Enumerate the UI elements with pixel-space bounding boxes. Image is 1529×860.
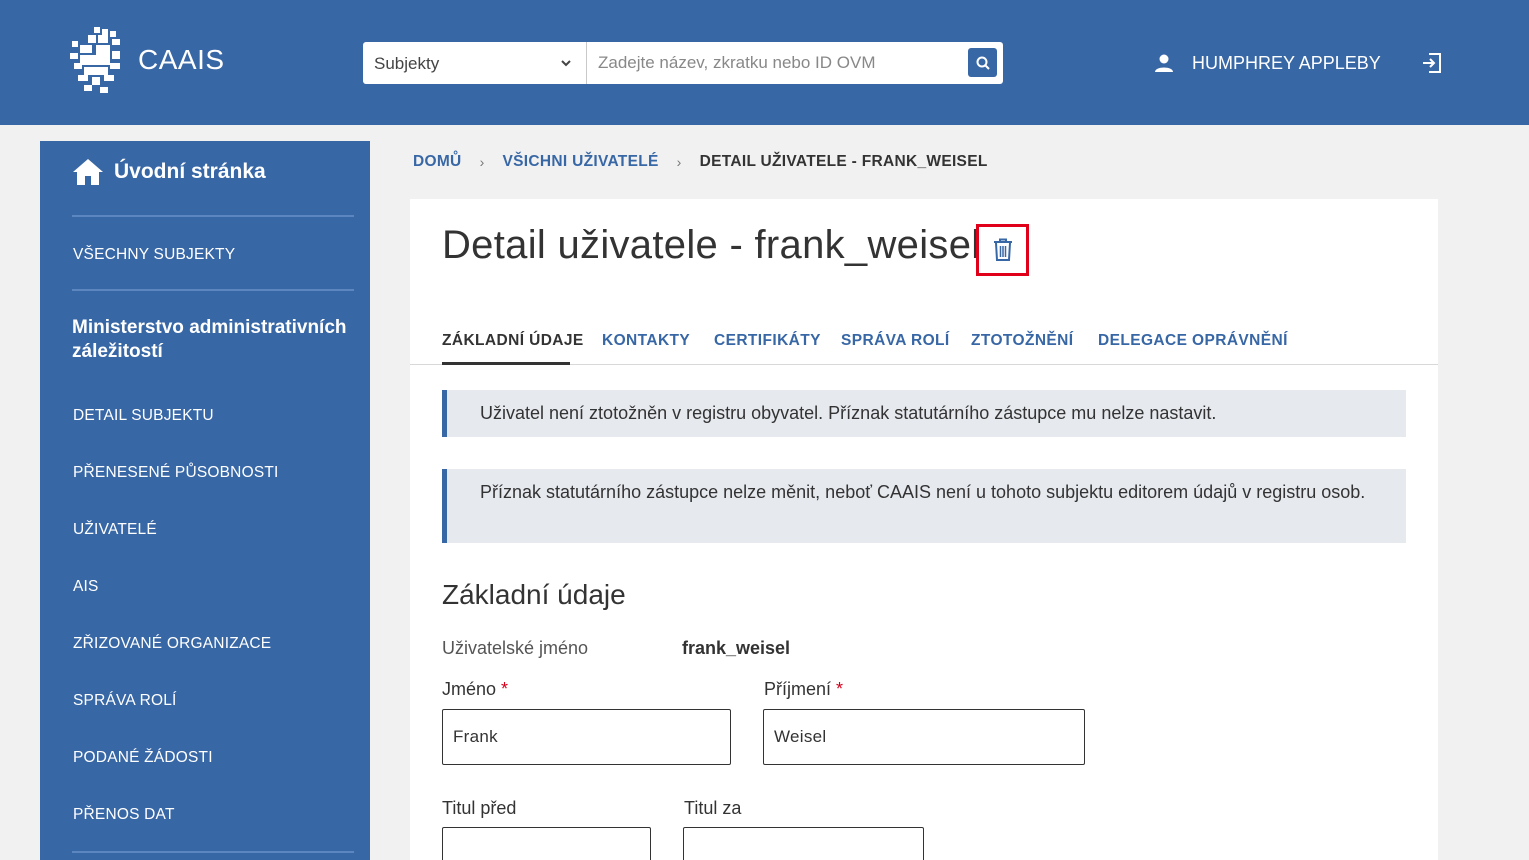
search-button[interactable] <box>968 48 997 77</box>
app-brand[interactable]: CAAIS <box>138 44 225 76</box>
last-name-label: Příjmení * <box>764 679 843 700</box>
sidebar-home-link[interactable]: Úvodní stránka <box>72 157 266 187</box>
section-title: Základní údaje <box>442 579 626 610</box>
first-name-label: Jméno * <box>442 679 508 700</box>
sidebar-item-ais[interactable]: AIS <box>73 578 99 596</box>
user-detail-card: Detail uživatele - frank_weisel ZÁKLADNÍ… <box>410 199 1438 860</box>
page-title: Detail uživatele - frank_weisel <box>442 223 981 267</box>
sidebar: Úvodní stránka VŠECHNY SUBJEKTY Minister… <box>40 141 370 860</box>
sidebar-item-submitted-requests[interactable]: PODANÉ ŽÁDOSTI <box>73 749 213 767</box>
tab-role-management[interactable]: SPRÁVA ROLÍ <box>841 332 950 350</box>
sidebar-item-established-orgs[interactable]: ZŘIZOVANÉ ORGANIZACE <box>73 635 271 653</box>
divider <box>72 215 354 217</box>
last-name-field[interactable] <box>763 709 1085 765</box>
sidebar-item-delegated-powers[interactable]: PŘENESENÉ PŮSOBNOSTI <box>73 464 279 482</box>
tab-delegation[interactable]: DELEGACE OPRÁVNĚNÍ <box>1098 332 1288 350</box>
tab-certificates[interactable]: CERTIFIKÁTY <box>714 332 821 350</box>
search-input[interactable] <box>587 42 967 84</box>
tab-contacts[interactable]: KONTAKTY <box>602 332 690 350</box>
breadcrumb-current: DETAIL UŽIVATELE - FRANK_WEISEL <box>699 153 988 170</box>
last-name-label-text: Příjmení <box>764 679 832 699</box>
logout-icon[interactable] <box>1420 51 1444 75</box>
breadcrumb-all-users[interactable]: VŠICHNI UŽIVATELÉ <box>503 153 659 171</box>
title-before-field[interactable] <box>442 827 651 860</box>
sidebar-item-users[interactable]: UŽIVATELÉ <box>73 521 157 539</box>
tab-bar: ZÁKLADNÍ ÚDAJE KONTAKTY CERTIFIKÁTY SPRÁ… <box>410 325 1438 365</box>
title-after-field[interactable] <box>683 827 924 860</box>
first-name-label-text: Jméno <box>442 679 497 699</box>
chevron-right-icon: › <box>479 154 485 170</box>
sidebar-item-subject-detail[interactable]: DETAIL SUBJEKTU <box>73 407 214 425</box>
sidebar-org-name: Ministerstvo administrativních záležitos… <box>72 317 347 362</box>
required-mark: * <box>836 679 844 699</box>
top-header: CAAIS Subjekty HUMPHREY APPLEBY <box>0 0 1529 125</box>
search-icon <box>976 56 990 70</box>
user-name: HUMPHREY APPLEBY <box>1192 52 1381 73</box>
home-icon <box>73 159 103 185</box>
sidebar-item-all-subjects[interactable]: VŠECHNY SUBJEKTY <box>73 246 235 264</box>
sidebar-home-label: Úvodní stránka <box>114 160 266 183</box>
trash-icon <box>993 238 1012 261</box>
sidebar-item-role-management[interactable]: SPRÁVA ROLÍ <box>73 692 177 710</box>
lion-logo-icon[interactable] <box>70 27 122 93</box>
divider <box>72 851 354 853</box>
search-scope-select[interactable]: Subjekty <box>363 42 587 84</box>
first-name-field[interactable] <box>442 709 731 765</box>
search-scope-value: Subjekty <box>374 54 440 73</box>
tab-basic-info[interactable]: ZÁKLADNÍ ÚDAJE <box>442 332 584 350</box>
tab-identification[interactable]: ZTOTOŽNĚNÍ <box>971 332 1073 350</box>
breadcrumb: DOMŮ › VŠICHNI UŽIVATELÉ › DETAIL UŽIVAT… <box>413 153 988 171</box>
title-after-label: Titul za <box>684 798 742 818</box>
active-tab-indicator <box>442 362 570 365</box>
sidebar-item-data-transfer[interactable]: PŘENOS DAT <box>73 806 175 824</box>
username-label: Uživatelské jméno <box>442 638 589 658</box>
user-menu[interactable]: HUMPHREY APPLEBY <box>1153 52 1381 74</box>
username-value: frank_weisel <box>682 638 791 658</box>
info-alert: Příznak statutárního zástupce nelze měni… <box>442 469 1406 543</box>
divider <box>72 289 354 291</box>
user-icon <box>1155 54 1173 72</box>
required-mark: * <box>501 679 509 699</box>
chevron-right-icon: › <box>676 154 682 170</box>
delete-user-button[interactable] <box>976 224 1029 276</box>
search-bar: Subjekty <box>363 42 1003 84</box>
breadcrumb-home[interactable]: DOMŮ <box>413 153 462 171</box>
info-alert: Uživatel není ztotožněn v registru obyva… <box>442 390 1406 437</box>
title-before-label: Titul před <box>442 798 517 818</box>
chevron-down-icon <box>561 60 571 67</box>
